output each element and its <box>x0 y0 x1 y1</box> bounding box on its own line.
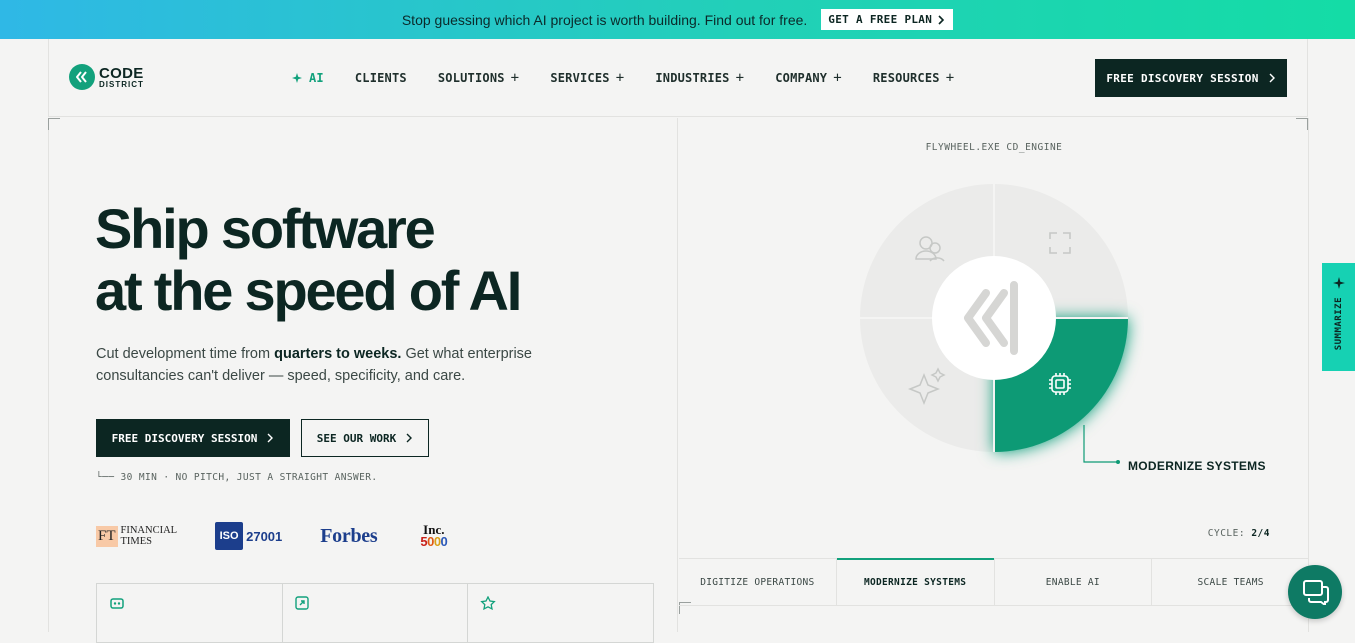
feature-card[interactable] <box>96 583 282 643</box>
get-free-plan-button[interactable]: GET A FREE PLAN <box>821 9 954 30</box>
plus-icon: + <box>945 70 955 86</box>
chat-icon <box>1303 580 1329 605</box>
inc-5000-logo: Inc. 5000 <box>420 522 448 549</box>
summarize-button[interactable]: SUMMARIZE <box>1322 263 1355 371</box>
cycle-indicator: CYCLE: 2/4 <box>1207 528 1270 539</box>
press-logos: FT FINANCIAL TIMES ISO 27001 Forbes Inc. … <box>96 522 448 550</box>
financial-times-logo: FT FINANCIAL TIMES <box>96 525 178 547</box>
nav-item-company[interactable]: COMPANY + <box>775 70 842 86</box>
star-icon <box>480 596 497 610</box>
chevron-right-icon <box>1269 73 1275 83</box>
robot-icon <box>110 598 124 609</box>
flywheel-diagram <box>860 184 1128 464</box>
main-navigation: CODE DISTRICT AI CLIENTS SOLUTIONS + SERV… <box>48 39 1308 117</box>
free-discovery-session-button[interactable]: FREE DISCOVERY SESSION <box>96 419 290 457</box>
cta-note: └── 30 MIN · NO PITCH, JUST A STRAIGHT A… <box>96 472 378 483</box>
chevron-right-icon <box>938 14 945 25</box>
flywheel-tabs: DIGITIZE OPERATIONS MODERNIZE SYSTEMS EN… <box>679 558 1309 606</box>
label-connector <box>1083 425 1118 463</box>
corner-mark <box>1296 118 1308 130</box>
tab-enable-ai[interactable]: ENABLE AI <box>995 559 1153 605</box>
nav-item-clients[interactable]: CLIENTS <box>355 70 407 86</box>
plus-icon: + <box>833 70 842 86</box>
logo-district-text: DISTRICT <box>99 79 144 89</box>
tab-digitize-operations[interactable]: DIGITIZE OPERATIONS <box>679 559 837 605</box>
banner-cta-label: GET A FREE PLAN <box>828 13 933 26</box>
promo-banner: Stop guessing which AI project is worth … <box>0 0 1355 39</box>
plus-icon: + <box>510 70 520 86</box>
nav-menu: AI CLIENTS SOLUTIONS + SERVICES + INDUSTRI… <box>291 70 985 86</box>
chevron-right-icon <box>267 433 274 443</box>
plus-icon: + <box>615 70 625 86</box>
see-our-work-button[interactable]: SEE OUR WORK <box>301 419 429 457</box>
sparkle-icon <box>1332 277 1345 289</box>
nav-item-solutions[interactable]: SOLUTIONS + <box>438 70 519 86</box>
banner-text: Stop guessing which AI project is worth … <box>401 11 808 28</box>
corner-mark <box>48 118 60 130</box>
logo-mark-icon <box>69 64 95 90</box>
code-district-logo[interactable]: CODE DISTRICT <box>69 64 144 90</box>
center-logo-disc <box>932 256 1056 380</box>
chevron-right-icon <box>406 433 413 443</box>
flywheel-section: FLYWHEEL.EXE CD_ENGINE MODERNIZE SYSTEMS… <box>679 118 1309 632</box>
engine-label: FLYWHEEL.EXE CD_ENGINE <box>925 142 1063 153</box>
plus-icon: + <box>735 70 745 86</box>
forbes-logo: Forbes <box>320 524 378 547</box>
arrow-up-right-icon <box>294 596 309 610</box>
nav-free-discovery-button[interactable]: FREE DISCOVERY SESSION <box>1095 59 1287 97</box>
iso-27001-logo: ISO 27001 <box>215 522 282 550</box>
tab-scale-teams[interactable]: SCALE TEAMS <box>1152 559 1309 605</box>
chat-button[interactable] <box>1288 565 1342 619</box>
logo-code-text: CODE <box>99 64 144 82</box>
nav-item-services[interactable]: SERVICES + <box>550 70 624 86</box>
nav-item-industries[interactable]: INDUSTRIES + <box>655 70 744 86</box>
nav-item-ai[interactable]: AI <box>291 70 324 86</box>
feature-cards <box>96 583 655 643</box>
hero-section: Ship software at the speed of AI Cut dev… <box>48 118 678 643</box>
tab-modernize-systems[interactable]: MODERNIZE SYSTEMS <box>836 558 995 605</box>
nav-item-resources[interactable]: RESOURCES + <box>873 70 954 86</box>
active-stage-label: MODERNIZE SYSTEMS <box>1128 459 1266 473</box>
feature-card[interactable] <box>281 583 468 643</box>
sparkle-icon <box>292 73 302 83</box>
feature-card[interactable] <box>467 583 655 643</box>
hero-subtitle: Cut development time from quarters to we… <box>96 346 533 384</box>
hero-title: Ship software at the speed of AI <box>95 197 522 322</box>
